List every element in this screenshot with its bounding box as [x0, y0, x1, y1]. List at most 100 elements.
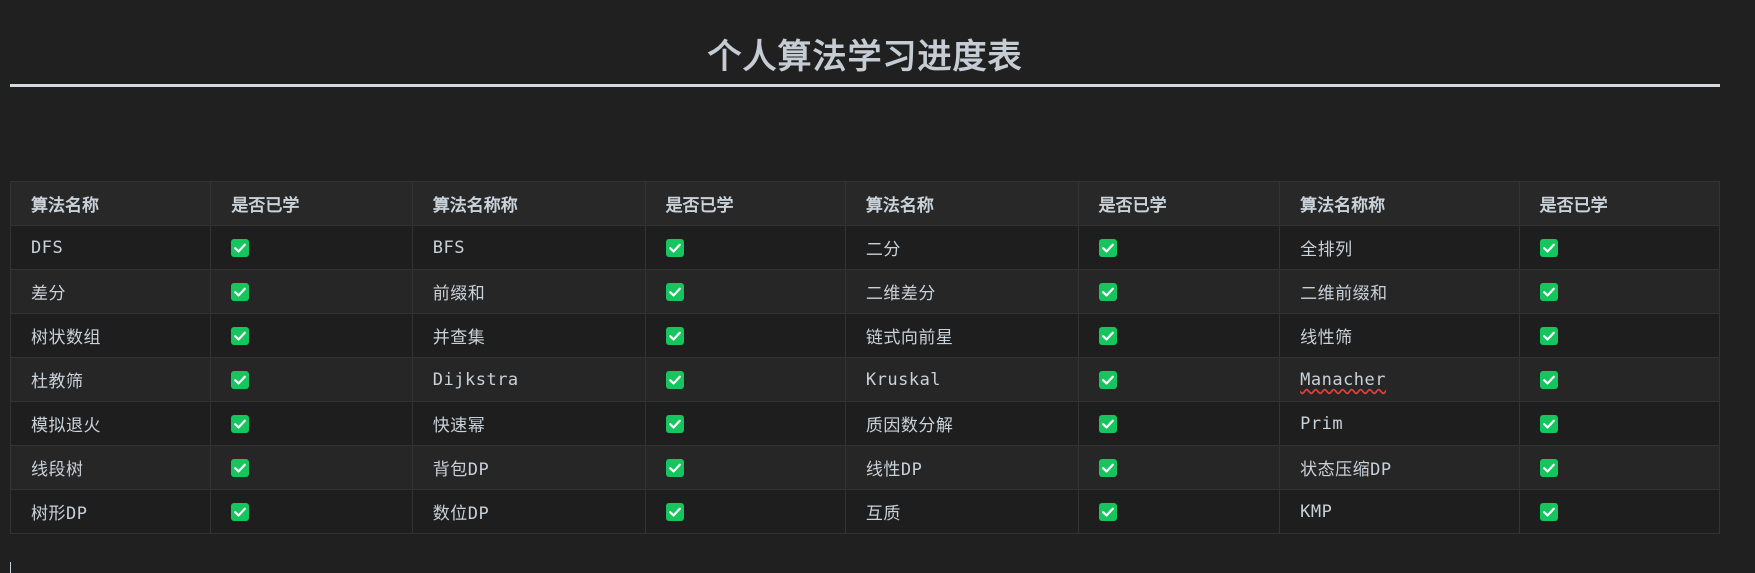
checkbox-checked-icon[interactable]: [231, 370, 250, 389]
checkbox-checked-icon[interactable]: [231, 458, 250, 477]
learned-cell: [210, 489, 413, 534]
checkbox-checked-icon[interactable]: [1539, 326, 1558, 345]
learned-cell: [1077, 357, 1281, 402]
algorithm-name-cell[interactable]: 差分: [9, 269, 212, 314]
algorithm-name-cell[interactable]: 杜教筛: [9, 357, 212, 402]
checkbox-checked-icon[interactable]: [665, 282, 684, 301]
learned-cell: [210, 401, 413, 446]
algorithm-name-cell[interactable]: 二维前缀和: [1279, 269, 1520, 314]
algorithm-name-text: 二分: [865, 240, 901, 260]
checkbox-checked-icon[interactable]: [231, 282, 250, 301]
learned-cell: [210, 225, 413, 270]
algorithm-name-cell[interactable]: 二维差分: [844, 269, 1079, 314]
checkbox-checked-icon[interactable]: [665, 414, 684, 433]
algorithm-name-cell[interactable]: KMP: [1279, 489, 1520, 534]
checkbox-checked-icon[interactable]: [1098, 502, 1117, 521]
checkbox-checked-icon[interactable]: [231, 238, 250, 257]
checkbox-checked-icon[interactable]: [1539, 502, 1558, 521]
learned-cell: [1518, 401, 1721, 446]
checkbox-checked-icon[interactable]: [1539, 370, 1558, 389]
algorithm-name-cell[interactable]: 模拟退火: [9, 401, 212, 446]
algorithm-name-cell[interactable]: 互质: [844, 489, 1079, 534]
checkbox-checked-icon[interactable]: [665, 502, 684, 521]
algorithm-name-cell[interactable]: 线段树: [9, 445, 212, 490]
learned-cell: [210, 357, 413, 402]
algorithm-name-cell[interactable]: 快速幂: [411, 401, 646, 446]
algorithm-name-text: Kruskal: [865, 369, 942, 390]
learned-cell: [1077, 445, 1281, 490]
checkbox-checked-icon[interactable]: [1539, 414, 1558, 433]
learned-cell: [210, 445, 413, 490]
algorithm-progress-table: 算法名称 是否已学 算法名称称 是否已学 算法名称 是否已学 算法名称称 是否已…: [9, 181, 1721, 534]
checkbox-checked-icon[interactable]: [231, 326, 250, 345]
table-row: 树状数组 并查集 链式向前星 线性筛: [9, 313, 1721, 358]
algorithm-name-cell[interactable]: 二分: [844, 225, 1079, 270]
learned-cell: [1077, 313, 1281, 358]
algorithm-name-cell[interactable]: Kruskal: [844, 357, 1079, 402]
algorithm-name-text: 树形DP: [31, 504, 88, 524]
learned-cell: [1077, 489, 1281, 534]
algorithm-name-cell[interactable]: 线性筛: [1279, 313, 1520, 358]
algorithm-name-cell[interactable]: Dijkstra: [411, 357, 646, 402]
algorithm-name-cell[interactable]: BFS: [411, 225, 646, 270]
algorithm-name-cell[interactable]: 状态压缩DP: [1279, 445, 1520, 490]
header-algorithm-name: 算法名称: [844, 181, 1079, 226]
algorithm-name-text: 模拟退火: [31, 416, 101, 436]
algorithm-name-text: 线性DP: [865, 460, 923, 480]
checkbox-checked-icon[interactable]: [1098, 326, 1117, 345]
checkbox-checked-icon[interactable]: [1539, 238, 1558, 257]
algorithm-name-text: Manacher: [1300, 369, 1387, 390]
algorithm-name-cell[interactable]: Prim: [1279, 401, 1520, 446]
algorithm-name-text: 二维前缀和: [1300, 284, 1388, 304]
algorithm-name-text: 数位DP: [432, 504, 490, 524]
algorithm-name-cell[interactable]: Manacher: [1279, 357, 1520, 402]
algorithm-name-cell[interactable]: 数位DP: [411, 489, 646, 534]
table-row: 树形DP 数位DP 互质 KMP: [9, 489, 1721, 534]
learned-cell: [644, 401, 846, 446]
table-row: DFS BFS 二分 全排列: [9, 225, 1721, 270]
checkbox-checked-icon[interactable]: [665, 458, 684, 477]
header-learned: 是否已学: [644, 181, 846, 226]
checkbox-checked-icon[interactable]: [1098, 414, 1117, 433]
algorithm-name-cell[interactable]: 前缀和: [411, 269, 646, 314]
checkbox-checked-icon[interactable]: [1539, 282, 1558, 301]
algorithm-name-cell[interactable]: 链式向前星: [844, 313, 1079, 358]
algorithm-name-cell[interactable]: 线性DP: [844, 445, 1079, 490]
algorithm-name-text: 全排列: [1300, 240, 1353, 260]
checkbox-checked-icon[interactable]: [1098, 370, 1117, 389]
learned-cell: [210, 269, 413, 314]
learned-cell: [644, 269, 846, 314]
algorithm-name-cell[interactable]: 树形DP: [9, 489, 212, 534]
algorithm-name-cell[interactable]: 树状数组: [9, 313, 212, 358]
algorithm-name-text: KMP: [1300, 501, 1333, 522]
algorithm-name-text: BFS: [432, 237, 465, 258]
algorithm-name-text: Prim: [1300, 413, 1344, 434]
algorithm-name-cell[interactable]: 并查集: [411, 313, 646, 358]
algorithm-name-cell[interactable]: 全排列: [1279, 225, 1520, 270]
algorithm-name-text: 互质: [865, 504, 901, 524]
checkbox-checked-icon[interactable]: [665, 326, 684, 345]
checkbox-checked-icon[interactable]: [231, 414, 250, 433]
checkbox-checked-icon[interactable]: [1098, 458, 1117, 477]
algorithm-name-cell[interactable]: 质因数分解: [844, 401, 1079, 446]
learned-cell: [1518, 489, 1721, 534]
algorithm-name-cell[interactable]: DFS: [9, 225, 212, 270]
learned-cell: [210, 313, 413, 358]
checkbox-checked-icon[interactable]: [665, 370, 684, 389]
checkbox-checked-icon[interactable]: [665, 238, 684, 257]
algorithm-name-text: 差分: [31, 284, 66, 304]
page-title: 个人算法学习进度表: [707, 36, 1023, 77]
learned-cell: [644, 357, 846, 402]
algorithm-name-text: Dijkstra: [432, 369, 519, 390]
learned-cell: [644, 445, 846, 490]
checkbox-checked-icon[interactable]: [1539, 458, 1558, 477]
algorithm-name-text: 杜教筛: [31, 372, 84, 392]
header-algorithm-name: 算法名称称: [1279, 181, 1520, 226]
algorithm-name-cell[interactable]: 背包DP: [411, 445, 646, 490]
checkbox-checked-icon[interactable]: [1098, 282, 1117, 301]
header-learned: 是否已学: [210, 181, 413, 226]
table-row: 杜教筛 Dijkstra Kruskal Manacher: [9, 357, 1721, 402]
checkbox-checked-icon[interactable]: [231, 502, 250, 521]
algorithm-name-text: 背包DP: [432, 460, 490, 480]
checkbox-checked-icon[interactable]: [1098, 238, 1117, 257]
